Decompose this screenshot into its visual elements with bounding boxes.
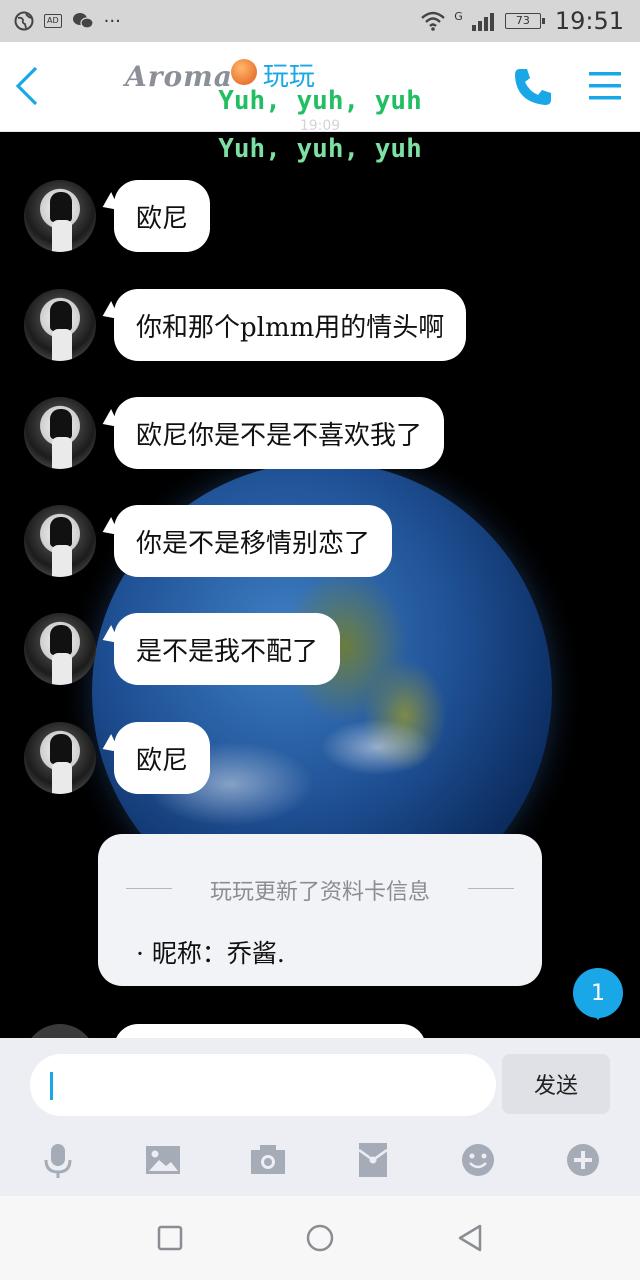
photo-button[interactable]	[141, 1138, 185, 1182]
signal-icon	[471, 13, 494, 31]
red-packet-icon	[358, 1143, 388, 1177]
message-bubble[interactable]: 欧尼你是不是不喜欢我了	[114, 397, 445, 469]
plus-icon	[567, 1144, 599, 1176]
recents-icon	[157, 1225, 183, 1251]
message-input[interactable]	[30, 1054, 496, 1116]
battery-level: 73	[515, 14, 530, 27]
avatar[interactable]	[24, 722, 96, 794]
text-cursor	[50, 1072, 53, 1100]
red-packet-button[interactable]	[351, 1138, 395, 1182]
camera-button[interactable]	[246, 1138, 290, 1182]
lyric-line: Yuh, yuh, yuh	[218, 134, 422, 164]
message-row: 欧尼	[24, 180, 211, 252]
message-list[interactable]: 欧尼 你和那个plmm用的情头啊 欧尼你是不是不喜欢我了 你是不是移情别恋了 是…	[0, 132, 640, 1038]
profile-update-detail: · 昵称：乔酱.	[136, 939, 285, 968]
message-row: 你和那个plmm用的情头啊	[24, 289, 467, 361]
message-bubble[interactable]: 是不是我不配了	[114, 613, 341, 685]
lyric-line: Yuh, yuh, yuh	[218, 86, 422, 116]
system-navigation-bar	[0, 1196, 640, 1280]
globe-icon	[14, 11, 34, 31]
more-functions-button[interactable]	[561, 1138, 605, 1182]
send-button[interactable]: 发送	[502, 1054, 610, 1114]
network-type: G	[454, 9, 463, 23]
avatar[interactable]	[24, 289, 96, 361]
emoji-icon	[462, 1144, 494, 1176]
wechat-icon	[72, 13, 94, 29]
message-bubble[interactable]: 欧尼	[114, 180, 211, 252]
divider	[468, 888, 514, 889]
avatar[interactable]	[24, 397, 96, 469]
profile-update-card[interactable]: 玩玩更新了资料卡信息 · 昵称：乔酱.	[98, 834, 542, 986]
message-bubble[interactable]: 你是不是移情别恋了	[114, 505, 393, 577]
more-indicator: ···	[103, 10, 121, 32]
composer-toolbar	[0, 1138, 640, 1182]
profile-update-title: 玩玩更新了资料卡信息	[209, 880, 430, 905]
message-row: 欧尼	[24, 722, 211, 794]
battery-icon: 73	[504, 13, 545, 29]
recents-button[interactable]	[152, 1220, 188, 1256]
avatar[interactable]	[24, 180, 96, 252]
clock: 19:51	[554, 7, 624, 35]
microphone-icon	[44, 1144, 72, 1178]
back-nav-button[interactable]	[452, 1220, 488, 1256]
timestamp: 19:09	[299, 118, 341, 134]
message-row: 欧尼你是不是不喜欢我了	[24, 397, 445, 469]
ad-icon: AD	[44, 14, 62, 28]
message-bubble[interactable]: 你和那个plmm用的情头啊	[114, 289, 467, 361]
avatar[interactable]	[24, 1024, 96, 1038]
unread-count: 1	[591, 980, 605, 1006]
unread-badge[interactable]: 1	[573, 968, 623, 1020]
emoji-button[interactable]	[456, 1138, 500, 1182]
message-bubble[interactable]	[114, 1024, 426, 1038]
voice-button[interactable]	[36, 1138, 80, 1182]
message-row: 你是不是移情别恋了	[24, 505, 393, 577]
avatar[interactable]	[24, 613, 96, 685]
message-row-partial	[24, 1024, 426, 1038]
message-bubble[interactable]: 欧尼	[114, 722, 211, 794]
home-icon	[306, 1224, 334, 1252]
avatar[interactable]	[24, 505, 96, 577]
back-icon	[458, 1224, 482, 1252]
image-icon	[146, 1146, 180, 1174]
cocktail-icon	[230, 58, 257, 85]
camera-icon	[251, 1145, 285, 1174]
message-row: 是不是我不配了	[24, 613, 341, 685]
wifi-icon	[421, 11, 446, 31]
home-button[interactable]	[302, 1220, 338, 1256]
composer: 发送	[0, 1038, 640, 1196]
status-bar: AD ··· G 73 19:51	[0, 0, 640, 42]
